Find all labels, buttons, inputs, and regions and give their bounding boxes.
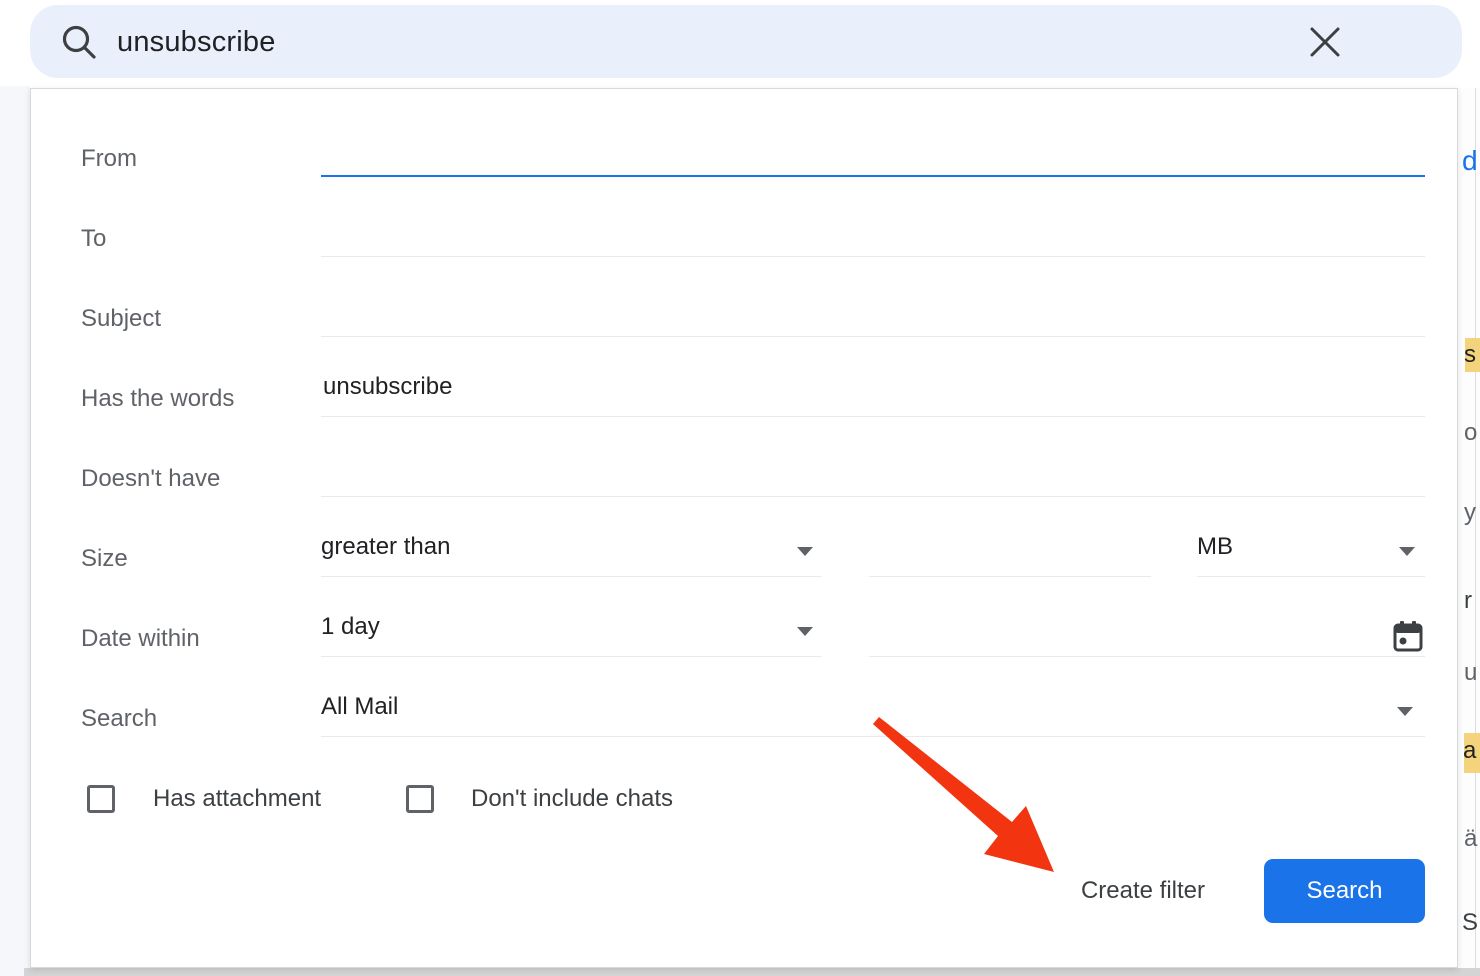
has-words-input[interactable] xyxy=(321,363,1425,417)
search-icon[interactable] xyxy=(60,23,100,63)
search-scope-label: Search xyxy=(81,704,157,734)
close-search-icon[interactable] xyxy=(1308,25,1342,59)
dont-include-chats-label: Don't include chats xyxy=(471,784,673,814)
subject-label: Subject xyxy=(81,304,161,334)
background-text-fragment: r xyxy=(1464,588,1472,614)
size-amount-input[interactable] xyxy=(869,523,1151,577)
doesnt-have-label: Doesn't have xyxy=(81,464,220,494)
chevron-down-icon xyxy=(1397,707,1413,716)
background-text-fragment: y xyxy=(1464,500,1476,526)
background-text-fragment: s xyxy=(1464,342,1476,368)
from-input[interactable] xyxy=(321,123,1425,177)
size-unit-select[interactable]: MB xyxy=(1197,523,1425,577)
has-words-label: Has the words xyxy=(81,384,234,414)
create-filter-button[interactable]: Create filter xyxy=(1043,859,1243,923)
background-text-fragment: d xyxy=(1462,148,1478,174)
background-text-fragment: ä xyxy=(1464,826,1477,852)
calendar-icon[interactable] xyxy=(1393,621,1423,653)
background-text-fragment: o xyxy=(1464,420,1477,446)
dont-include-chats-checkbox[interactable] xyxy=(406,785,434,813)
from-label: From xyxy=(81,144,137,174)
date-input[interactable] xyxy=(869,603,1425,657)
chevron-down-icon xyxy=(1399,547,1415,556)
to-input[interactable] xyxy=(321,203,1425,257)
background-text-fragment: S xyxy=(1462,910,1478,936)
size-label: Size xyxy=(81,544,128,574)
search-bar[interactable]: unsubscribe xyxy=(30,5,1462,78)
to-label: To xyxy=(81,224,106,254)
search-button[interactable]: Search xyxy=(1264,859,1425,923)
page-background-bottom xyxy=(24,968,1480,976)
search-query-text[interactable]: unsubscribe xyxy=(117,26,276,59)
size-comparator-select[interactable]: greater than xyxy=(321,523,821,577)
doesnt-have-input[interactable] xyxy=(321,443,1425,497)
search-scope-value: All Mail xyxy=(321,693,398,721)
size-unit-value: MB xyxy=(1197,533,1233,561)
search-scope-select[interactable]: All Mail xyxy=(321,683,1425,737)
background-text-fragment: a xyxy=(1463,738,1476,764)
has-attachment-label: Has attachment xyxy=(153,784,321,814)
advanced-search-panel: From To Subject Has the words Doesn't ha… xyxy=(30,88,1458,968)
gmail-search-filter-page: d s o y r u a ä S unsubscribe From xyxy=(0,0,1480,976)
date-range-value: 1 day xyxy=(321,613,380,641)
size-comparator-value: greater than xyxy=(321,533,450,561)
chevron-down-icon xyxy=(797,547,813,556)
date-range-select[interactable]: 1 day xyxy=(321,603,821,657)
subject-input[interactable] xyxy=(321,283,1425,337)
page-background-right: d s o y r u a ä S xyxy=(1459,88,1480,968)
has-attachment-checkbox[interactable] xyxy=(87,785,115,813)
date-within-label: Date within xyxy=(81,624,200,654)
background-text-fragment: u xyxy=(1464,660,1477,686)
chevron-down-icon xyxy=(797,627,813,636)
page-background-left xyxy=(0,86,30,976)
